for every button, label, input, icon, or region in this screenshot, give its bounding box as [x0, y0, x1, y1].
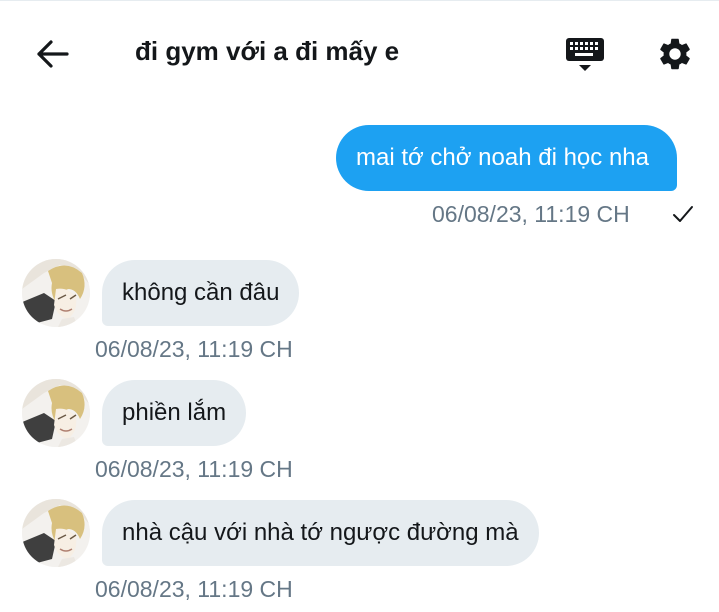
- conversation-title: đi gym với a đi mấy e: [135, 36, 400, 66]
- avatar[interactable]: [22, 259, 90, 327]
- checkmark-icon: [673, 206, 693, 222]
- back-button[interactable]: [26, 30, 78, 78]
- avatar[interactable]: [22, 379, 90, 447]
- outgoing-message-bubble[interactable]: mai tớ chở noah đi học nha: [336, 125, 677, 191]
- gear-icon: [660, 38, 690, 70]
- avatar-image: [22, 259, 90, 327]
- message-text: phiền lắm: [122, 399, 227, 426]
- message-text: nhà cậu với nhà tớ ngược đường mà: [122, 519, 519, 546]
- avatar-image: [22, 499, 90, 567]
- message-timestamp: 06/08/23, 11:19 CH: [95, 336, 293, 362]
- message-timestamp: 06/08/23, 11:19 CH: [95, 456, 293, 482]
- settings-button[interactable]: [650, 29, 700, 79]
- incoming-message-bubble[interactable]: phiền lắm: [102, 380, 247, 446]
- message-timestamp: 06/08/23, 11:19 CH: [95, 576, 293, 602]
- keyboard-button[interactable]: [558, 28, 612, 82]
- conversation-header: đi gym với a đi mấy e: [0, 0, 719, 106]
- arrow-left-icon: [37, 40, 69, 68]
- message-text: không cần đâu: [122, 279, 280, 306]
- message-text: mai tớ chở noah đi học nha: [356, 144, 649, 171]
- incoming-message-bubble[interactable]: không cần đâu: [102, 260, 300, 326]
- incoming-message-bubble[interactable]: nhà cậu với nhà tớ ngược đường mà: [102, 500, 539, 566]
- avatar-image: [22, 379, 90, 447]
- keyboard-icon: [566, 38, 604, 71]
- message-timestamp: 06/08/23, 11:19 CH: [432, 201, 630, 227]
- avatar[interactable]: [22, 499, 90, 567]
